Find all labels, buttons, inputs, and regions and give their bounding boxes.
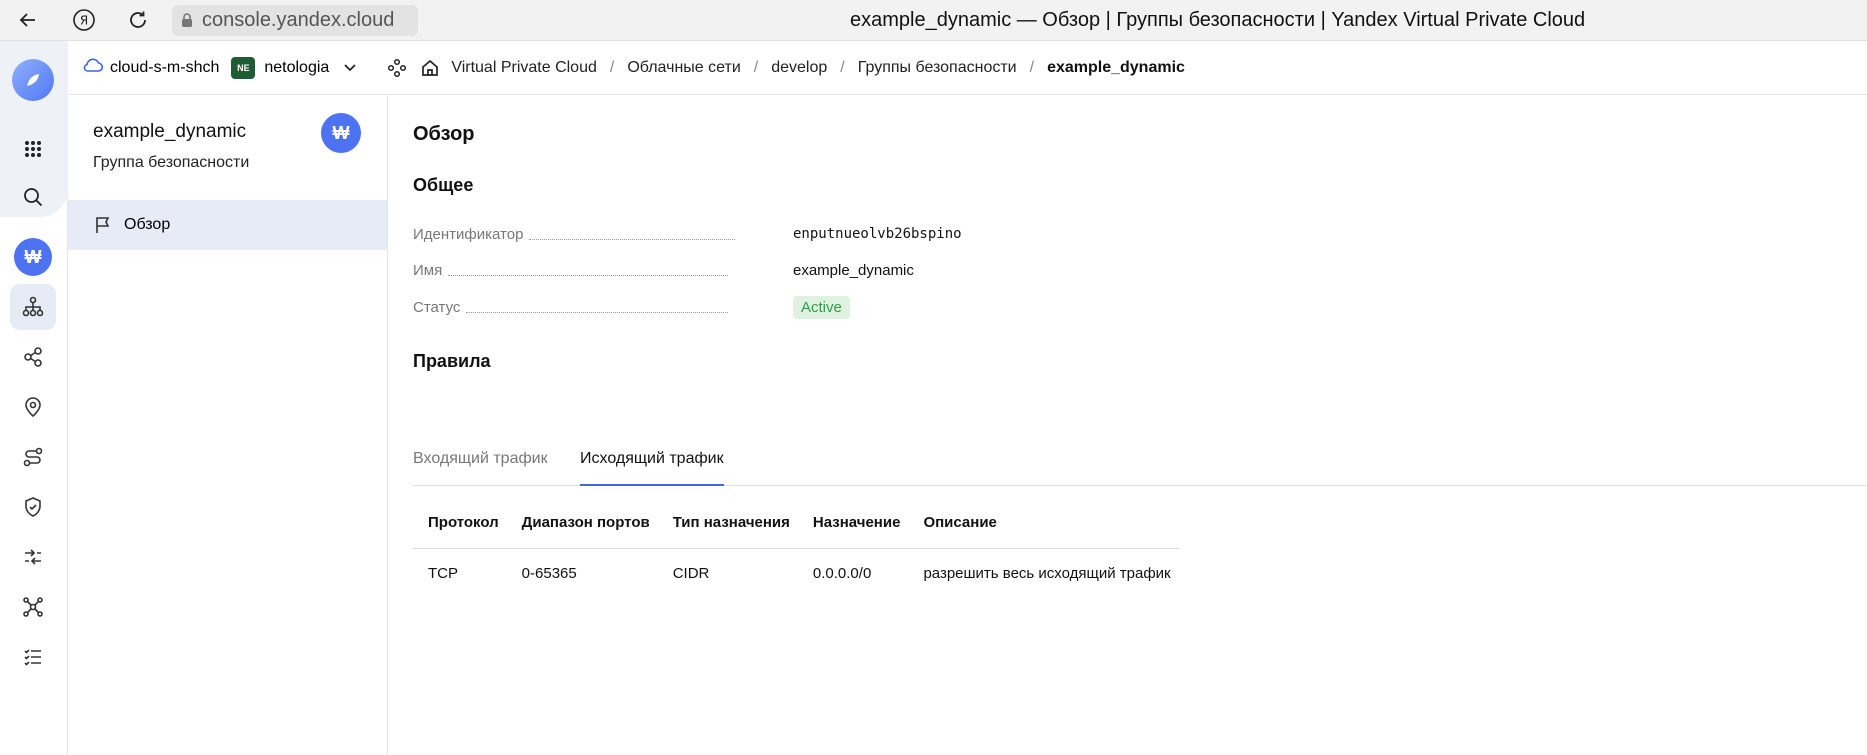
cloud-icon <box>83 57 104 78</box>
column-header: Протокол <box>413 497 507 549</box>
field-label: Статус <box>413 298 461 316</box>
network-nodes-icon[interactable] <box>385 58 409 78</box>
yandex-browser-icon[interactable]: Я <box>70 6 98 34</box>
vpc-service-icon: ₩ <box>321 113 361 153</box>
rules-table: Протокол Диапазон портов Тип назначения … <box>413 497 1179 598</box>
back-arrow-icon[interactable] <box>14 6 42 34</box>
page-title: example_dynamic — Обзор | Группы безопас… <box>850 9 1586 31</box>
column-header: Описание <box>908 497 1179 549</box>
location-pin-icon[interactable] <box>10 384 56 430</box>
breadcrumb-separator: / <box>753 58 759 76</box>
folder-name: netologia <box>264 58 330 76</box>
table-header-row: Протокол Диапазон портов Тип назначения … <box>413 497 1179 549</box>
resource-type: Группа безопасности <box>93 154 250 171</box>
cloud-selector[interactable]: cloud-s-m-shch NE netologia <box>83 56 357 79</box>
column-header: Тип назначения <box>657 497 798 549</box>
sidebar-item-overview[interactable]: Обзор <box>68 200 387 250</box>
resource-sidebar: example_dynamic Группа безопасности ₩ Об… <box>68 95 388 755</box>
private-endpoints-icon[interactable] <box>10 584 56 630</box>
cloud-name: cloud-s-m-shch <box>110 58 220 76</box>
security-shield-icon[interactable] <box>10 484 56 530</box>
breadcrumb-security-groups[interactable]: Группы безопасности <box>858 59 1017 77</box>
tab-ingress[interactable]: Входящий трафик <box>413 450 548 486</box>
operations-list-icon[interactable] <box>10 634 56 680</box>
folder-badge: NE <box>231 56 256 79</box>
cell-destination-type: CIDR <box>672 564 710 582</box>
name-value: example_dynamic <box>793 261 914 279</box>
breadcrumb-current: example_dynamic <box>1047 58 1185 76</box>
breadcrumb-cloud-networks[interactable]: Облачные сети <box>627 59 740 77</box>
leader-dots <box>466 311 729 313</box>
home-icon[interactable] <box>418 58 442 78</box>
tab-egress[interactable]: Исходящий трафик <box>580 450 724 486</box>
cell-description: разрешить весь исходящий трафик <box>923 564 1171 582</box>
url-text: console.yandex.cloud <box>202 9 395 31</box>
cloud-networks-icon[interactable] <box>10 284 56 330</box>
search-icon[interactable] <box>10 174 56 220</box>
console-header: cloud-s-m-shch NE netologia Virtual Priv… <box>68 41 1867 95</box>
route-tables-icon[interactable] <box>10 434 56 480</box>
leader-dots <box>448 274 729 276</box>
vpc-service-icon[interactable]: ₩ <box>10 234 56 280</box>
chevron-down-icon[interactable] <box>343 63 357 73</box>
table-row[interactable]: TCP 0-65365 CIDR 0.0.0.0/0 разрешить вес… <box>413 548 1179 598</box>
field-label: Идентификатор <box>413 225 524 243</box>
yandex-cloud-logo-icon[interactable] <box>12 59 54 101</box>
column-header: Назначение <box>797 497 909 549</box>
traffic-tabs: Входящий трафик Исходящий трафик <box>413 442 1867 486</box>
flag-icon <box>93 215 113 235</box>
cell-destination: 0.0.0.0/0 <box>812 564 872 582</box>
section-heading-overview: Обзор <box>413 123 475 145</box>
address-bar[interactable]: console.yandex.cloud <box>172 5 418 36</box>
breadcrumb-separator: / <box>840 58 845 76</box>
field-label: Имя <box>413 261 443 279</box>
gateways-icon[interactable] <box>10 534 56 580</box>
sidebar-item-label: Обзор <box>124 216 171 233</box>
breadcrumb: Virtual Private Cloud / Облачные сети / … <box>385 58 1185 78</box>
all-services-icon[interactable] <box>10 126 56 172</box>
breadcrumb-vpc[interactable]: Virtual Private Cloud <box>451 59 597 77</box>
status-badge: Active <box>793 295 850 319</box>
service-rail: ₩ <box>0 41 68 755</box>
section-heading-general: Общее <box>413 175 474 195</box>
main-content: Обзор Общее Идентификатор enputnueolvb26… <box>388 95 1867 755</box>
lock-icon <box>172 13 202 28</box>
reload-icon[interactable] <box>124 6 152 34</box>
breadcrumb-develop[interactable]: develop <box>771 59 827 77</box>
column-header: Диапазон портов <box>506 497 658 549</box>
field-status: Статус <box>413 294 933 320</box>
identifier-value[interactable]: enputnueolvb26bspino <box>793 226 962 242</box>
ip-addresses-icon[interactable] <box>10 334 56 380</box>
breadcrumb-separator: / <box>1029 58 1035 76</box>
resource-title: example_dynamic <box>93 121 247 142</box>
leader-dots <box>529 238 736 240</box>
browser-toolbar: Я console.yandex.cloud example_dynamic —… <box>0 0 1867 41</box>
svg-text:Я: Я <box>80 14 88 28</box>
breadcrumb-separator: / <box>609 58 615 76</box>
section-heading-rules: Правила <box>413 351 491 371</box>
cell-port-range: 0-65365 <box>521 564 577 582</box>
cell-protocol: TCP <box>428 564 458 582</box>
